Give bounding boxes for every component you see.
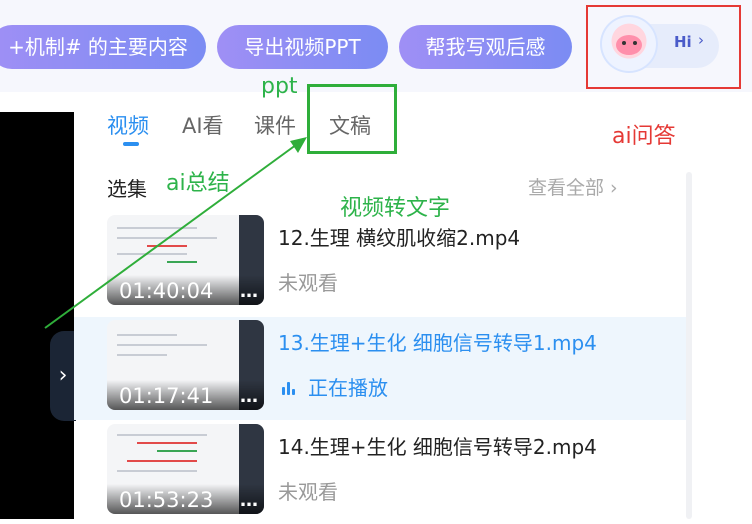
annotation-ai-qa: ai问答 bbox=[612, 124, 676, 149]
prompt-pill-review[interactable]: 帮我写观后感 bbox=[399, 25, 572, 69]
eq-bar bbox=[292, 389, 295, 395]
video-list-item[interactable]: 01:53:23 … 14.生理+生化 细胞信号转导2.mp4 未观看 bbox=[74, 421, 686, 524]
video-player-area[interactable] bbox=[0, 112, 74, 519]
thumb-line bbox=[117, 237, 217, 239]
annotation-ai-summary: ai总结 bbox=[166, 171, 230, 196]
eq-bar bbox=[282, 387, 285, 395]
eq-bar bbox=[287, 382, 290, 395]
video-title: 12.生理 横纹肌收缩2.mp4 bbox=[278, 226, 521, 250]
scrollbar[interactable] bbox=[686, 172, 692, 519]
thumb-green-mark bbox=[167, 261, 197, 263]
video-thumbnail: 01:40:04 … bbox=[107, 215, 264, 305]
thumb-red-mark bbox=[147, 245, 187, 247]
video-title: 13.生理+生化 细胞信号转导1.mp4 bbox=[278, 331, 597, 355]
video-duration: 01:17:41 bbox=[119, 384, 214, 408]
video-duration: 01:53:23 bbox=[119, 488, 214, 512]
thumb-line bbox=[117, 470, 197, 472]
prompt-pill-summary[interactable]: +机制# 的主要内容 bbox=[0, 25, 206, 69]
thumb-green-mark bbox=[157, 450, 197, 452]
tab-courseware[interactable]: 课件 bbox=[254, 110, 296, 140]
watch-status: 正在播放 bbox=[308, 376, 388, 400]
video-thumbnail: 01:53:23 … bbox=[107, 424, 264, 514]
active-tab-indicator bbox=[123, 142, 139, 146]
thumb-line bbox=[117, 434, 207, 436]
more-icon[interactable]: … bbox=[240, 386, 258, 407]
tab-video[interactable]: 视频 bbox=[107, 110, 149, 140]
thumb-line bbox=[117, 253, 187, 255]
thumb-line bbox=[117, 334, 177, 336]
thumb-line bbox=[117, 354, 167, 356]
more-icon[interactable]: … bbox=[240, 281, 258, 302]
tab-ai-watch[interactable]: AI看 bbox=[182, 110, 224, 140]
thumb-line bbox=[117, 227, 197, 229]
playing-equalizer-icon bbox=[282, 377, 300, 395]
watch-status: 未观看 bbox=[278, 480, 338, 504]
view-all-link[interactable]: 查看全部 › bbox=[528, 173, 618, 200]
thumb-red-mark bbox=[127, 460, 197, 462]
annotation-ppt: ppt bbox=[261, 74, 298, 99]
prompt-pill-export-ppt[interactable]: 导出视频PPT bbox=[217, 25, 388, 69]
video-duration: 01:40:04 bbox=[119, 279, 214, 303]
video-list-item-playing[interactable]: 01:17:41 … 13.生理+生化 细胞信号转导1.mp4 正在播放 bbox=[74, 317, 686, 420]
collapse-panel-button[interactable]: › bbox=[50, 331, 76, 421]
thumb-red-mark bbox=[137, 442, 197, 444]
watch-status: 未观看 bbox=[278, 271, 338, 295]
annotation-box-ai-qa bbox=[586, 5, 741, 89]
more-icon[interactable]: … bbox=[240, 490, 258, 511]
annotation-box-transcript bbox=[307, 84, 397, 154]
video-title: 14.生理+生化 细胞信号转导2.mp4 bbox=[278, 435, 597, 459]
episodes-title: 选集 bbox=[107, 177, 147, 201]
video-thumbnail: 01:17:41 … bbox=[107, 320, 264, 410]
video-list-item[interactable]: 01:40:04 … 12.生理 横纹肌收缩2.mp4 未观看 bbox=[74, 212, 686, 315]
thumb-line bbox=[117, 344, 207, 346]
chevron-right-icon: › bbox=[58, 363, 68, 388]
